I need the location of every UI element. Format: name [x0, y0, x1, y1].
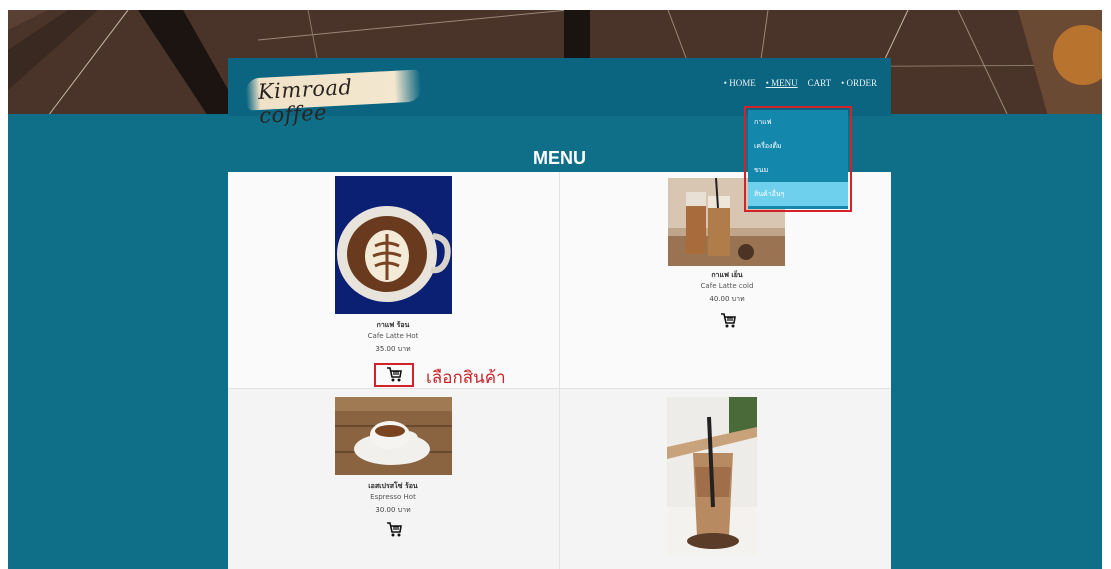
- product-price: 40.00 บาท: [709, 295, 745, 303]
- nav-cart[interactable]: CART: [808, 78, 831, 88]
- product-name-th: เอสเปรสโซ่ ร้อน: [368, 482, 418, 490]
- menu-dropdown: กาแฟ เครื่องดื่ม ขนม สินค้าอื่นๆ: [748, 110, 848, 209]
- logo-text: Kimroad coffee: [257, 75, 353, 128]
- cart-icon[interactable]: [386, 521, 402, 537]
- cart-icon[interactable]: [720, 312, 736, 328]
- main-container: Kimroad coffee • HOME • MENU CART • ORDE…: [228, 58, 891, 569]
- dropdown-item-snacks[interactable]: ขนม: [748, 158, 848, 182]
- dropdown-item-drinks[interactable]: เครื่องดื่ม: [748, 134, 848, 158]
- product-grid: กาแฟ ร้อน Cafe Latte Hot 35.00 บาท เลือก…: [228, 172, 891, 569]
- nav-menu: • HOME • MENU CART • ORDER: [724, 78, 877, 88]
- nav-home[interactable]: • HOME: [724, 78, 756, 88]
- product-price: 30.00 บาท: [375, 506, 411, 514]
- product-name-en: Espresso Hot: [370, 493, 416, 501]
- menu-dropdown-highlight: กาแฟ เครื่องดื่ม ขนม สินค้าอื่นๆ: [744, 106, 852, 212]
- product-name-en: Cafe Latte cold: [700, 282, 754, 290]
- dropdown-item-coffee[interactable]: กาแฟ: [748, 110, 848, 134]
- product-name-en: Cafe Latte Hot: [367, 332, 419, 340]
- nav-menu-link[interactable]: • MENU: [766, 78, 798, 88]
- latte-art-photo: [335, 176, 452, 314]
- product-card-espresso-hot: เอสเปรสโซ่ ร้อน Espresso Hot 30.00 บาท: [228, 389, 560, 569]
- iced-coffee-photo: [667, 397, 757, 555]
- nav-order[interactable]: • ORDER: [841, 78, 877, 88]
- product-name-th: กาแฟ ร้อน: [376, 321, 410, 329]
- brand-logo[interactable]: Kimroad coffee: [245, 69, 422, 128]
- espresso-photo: [335, 397, 452, 475]
- dropdown-item-other-products[interactable]: สินค้าอื่นๆ: [748, 182, 848, 206]
- product-name-th: กาแฟ เย็น: [711, 271, 743, 279]
- select-product-annotation: เลือกสินค้า: [426, 368, 506, 388]
- product-price: 35.00 บาท: [375, 345, 411, 353]
- page-frame: Kimroad coffee • HOME • MENU CART • ORDE…: [8, 10, 1102, 569]
- cart-icon[interactable]: [386, 366, 402, 382]
- product-card-latte-hot: กาแฟ ร้อน Cafe Latte Hot 35.00 บาท เลือก…: [228, 172, 560, 389]
- product-card-iced-coffee: [560, 389, 891, 569]
